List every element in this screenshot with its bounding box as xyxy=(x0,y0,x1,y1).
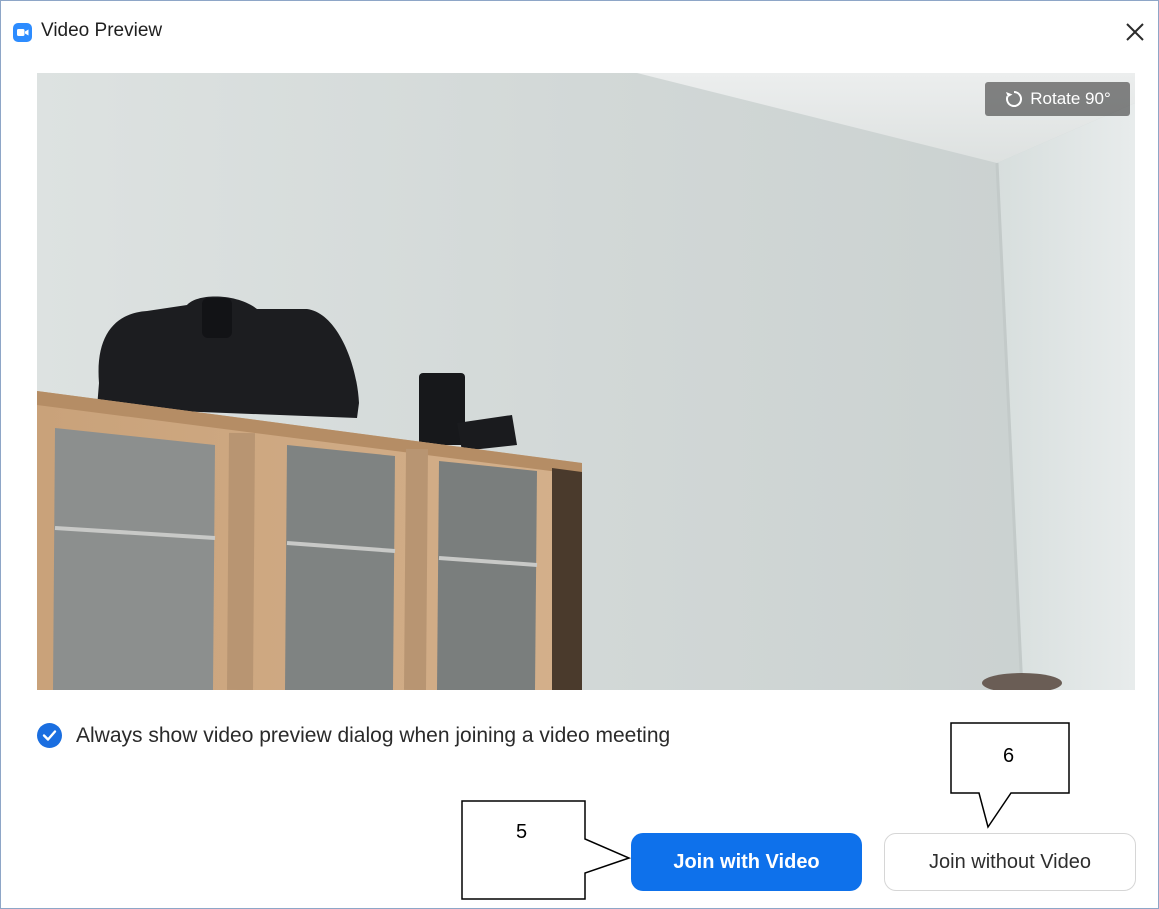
video-preview-dialog: Video Preview Rotate 90° Always show vid… xyxy=(0,0,1159,909)
callout-5-shape xyxy=(461,800,632,900)
rotate-label: Rotate 90° xyxy=(1030,89,1111,108)
checkmark-icon xyxy=(42,730,57,741)
zoom-camera-icon xyxy=(13,23,32,42)
rotate-90-button[interactable]: Rotate 90° xyxy=(985,82,1130,116)
close-icon[interactable] xyxy=(1121,18,1149,46)
camera-feed-image xyxy=(37,73,1135,690)
callout-6-shape xyxy=(950,722,1070,829)
join-with-video-button[interactable]: Join with Video xyxy=(631,833,862,891)
camera-preview: Rotate 90° xyxy=(37,73,1135,690)
callout-6-number: 6 xyxy=(1003,745,1015,767)
rotate-icon xyxy=(1006,91,1023,107)
callout-5-number: 5 xyxy=(516,821,528,843)
join-without-video-button[interactable]: Join without Video xyxy=(884,833,1136,891)
always-show-preview-label: Always show video preview dialog when jo… xyxy=(76,723,671,747)
always-show-preview-option[interactable]: Always show video preview dialog when jo… xyxy=(37,723,670,748)
title-bar: Video Preview xyxy=(1,1,1158,63)
window-title: Video Preview xyxy=(41,20,163,41)
always-show-preview-checkbox[interactable] xyxy=(37,723,62,748)
